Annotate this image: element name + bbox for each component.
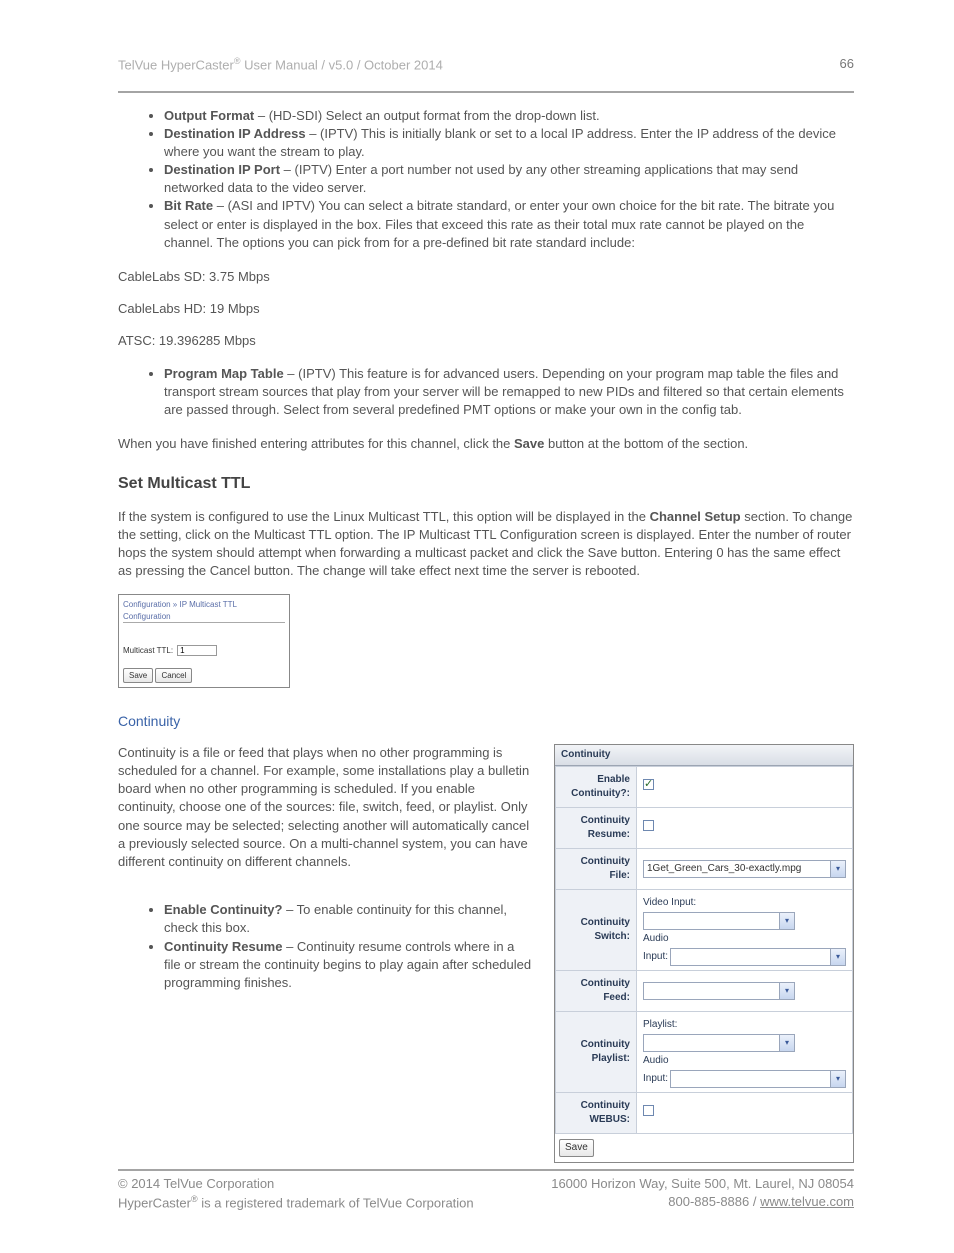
multicast-paragraph: If the system is configured to use the L… — [118, 508, 854, 581]
finish-pre: When you have finished entering attribut… — [118, 436, 514, 451]
li-pmt: Program Map Table – (IPTV) This feature … — [164, 365, 854, 420]
registered-mark: ® — [234, 56, 241, 66]
chevron-down-icon: ▾ — [830, 1071, 845, 1087]
figure-breadcrumb: Configuration » IP Multicast TTL Configu… — [119, 595, 289, 632]
footer-copyright: © 2014 TelVue Corporation — [118, 1175, 274, 1193]
row-enable-label: Enable Continuity?: — [556, 766, 637, 807]
multicast-pre: If the system is configured to use the L… — [118, 509, 650, 524]
li-output-format: Output Format – (HD-SDI) Select an outpu… — [164, 107, 854, 125]
figure-breadcrumb-text: Configuration » IP Multicast TTL Configu… — [123, 599, 285, 622]
playlist-label: Playlist: — [643, 1016, 846, 1034]
playlist-audio-label-pre: Audio — [643, 1052, 846, 1070]
continuity-paragraph: Continuity is a file or feed that plays … — [118, 744, 534, 871]
footer-rule — [118, 1169, 854, 1171]
li-enable-continuity: Enable Continuity? – To enable continuit… — [164, 901, 534, 937]
attributes-list-2: Program Map Table – (IPTV) This feature … — [118, 365, 854, 420]
row-playlist-label: Continuity Playlist: — [556, 1011, 637, 1092]
li-bit-rate-desc: – (ASI and IPTV) You can select a bitrat… — [164, 198, 834, 249]
li-continuity-resume: Continuity Resume – Continuity resume co… — [164, 938, 534, 993]
doc-version: User Manual / v5.0 / October 2014 — [241, 57, 443, 72]
multicast-ttl-label: Multicast TTL: — [123, 645, 173, 656]
product-name: TelVue HyperCaster — [118, 57, 234, 72]
page-number: 66 — [840, 55, 854, 73]
footer-contact: 800-885-8886 / www.telvue.com — [668, 1193, 854, 1213]
rate-atsc: ATSC: 19.396285 Mbps — [118, 332, 854, 350]
continuity-feed-select[interactable]: ▾ — [643, 982, 795, 1000]
chevron-down-icon: ▾ — [779, 983, 794, 999]
finish-post: button at the bottom of the section. — [544, 436, 748, 451]
finish-paragraph: When you have finished entering attribut… — [118, 435, 854, 453]
video-input-label: Video Input: — [643, 894, 846, 912]
audio-input-select[interactable]: ▾ — [670, 948, 846, 966]
li-pmt-term: Program Map Table — [164, 366, 284, 381]
multicast-ttl-input[interactable] — [177, 645, 217, 656]
continuity-file-value: 1Get_Green_Cars_30-exactly.mpg — [644, 862, 830, 876]
li-bit-rate: Bit Rate – (ASI and IPTV) You can select… — [164, 197, 854, 252]
finish-bold: Save — [514, 436, 544, 451]
li-bit-rate-term: Bit Rate — [164, 198, 213, 213]
set-multicast-ttl-heading: Set Multicast TTL — [118, 473, 854, 495]
page-footer: © 2014 TelVue Corporation 16000 Horizon … — [118, 1175, 854, 1213]
li-continuity-resume-term: Continuity Resume — [164, 939, 282, 954]
chevron-down-icon: ▾ — [830, 949, 845, 965]
li-dest-port: Destination IP Port – (IPTV) Enter a por… — [164, 161, 854, 197]
attributes-list-1: Output Format – (HD-SDI) Select an outpu… — [118, 107, 854, 253]
continuity-webus-checkbox[interactable] — [643, 1105, 654, 1116]
li-dest-ip-term: Destination IP Address — [164, 126, 306, 141]
continuity-save-button[interactable]: Save — [559, 1139, 594, 1157]
rate-sd: CableLabs SD: 3.75 Mbps — [118, 268, 854, 286]
li-dest-ip: Destination IP Address – (IPTV) This is … — [164, 125, 854, 161]
page-header: TelVue HyperCaster® User Manual / v5.0 /… — [118, 55, 854, 75]
save-button[interactable]: Save — [123, 668, 153, 683]
chevron-down-icon: ▾ — [779, 1035, 794, 1051]
video-input-select[interactable]: ▾ — [643, 912, 795, 930]
rate-hd: CableLabs HD: 19 Mbps — [118, 300, 854, 318]
cancel-button[interactable]: Cancel — [155, 668, 192, 683]
row-feed-label: Continuity Feed: — [556, 970, 637, 1011]
li-output-format-term: Output Format — [164, 108, 254, 123]
multicast-bold: Channel Setup — [650, 509, 741, 524]
playlist-audio-input-label: Input: — [643, 1072, 668, 1086]
header-rule — [118, 91, 854, 93]
footer-address: 16000 Horizon Way, Suite 500, Mt. Laurel… — [551, 1175, 854, 1193]
continuity-resume-checkbox[interactable] — [643, 820, 654, 831]
row-file-label: Continuity File: — [556, 848, 637, 889]
continuity-panel-figure: Continuity Enable Continuity?: Continuit… — [554, 744, 854, 1163]
li-dest-port-term: Destination IP Port — [164, 162, 280, 177]
row-webus-label: Continuity WEBUS: — [556, 1092, 637, 1133]
playlist-select[interactable]: ▾ — [643, 1034, 795, 1052]
continuity-list: Enable Continuity? – To enable continuit… — [118, 901, 534, 992]
enable-continuity-checkbox[interactable] — [643, 779, 654, 790]
footer-trademark: HyperCaster® is a registered trademark o… — [118, 1193, 474, 1213]
continuity-heading: Continuity — [118, 712, 854, 732]
row-resume-label: Continuity Resume: — [556, 807, 637, 848]
audio-input-label: Input: — [643, 950, 668, 964]
li-enable-continuity-term: Enable Continuity? — [164, 902, 282, 917]
row-switch-label: Continuity Switch: — [556, 889, 637, 970]
telvue-link[interactable]: www.telvue.com — [760, 1194, 854, 1209]
playlist-audio-input-select[interactable]: ▾ — [670, 1070, 846, 1088]
audio-label-pre: Audio — [643, 930, 846, 948]
continuity-file-select[interactable]: 1Get_Green_Cars_30-exactly.mpg ▾ — [643, 860, 846, 878]
li-output-format-desc: – (HD-SDI) Select an output format from … — [254, 108, 599, 123]
multicast-ttl-figure: Configuration » IP Multicast TTL Configu… — [118, 594, 290, 688]
continuity-panel-title: Continuity — [555, 745, 853, 766]
chevron-down-icon: ▾ — [779, 913, 794, 929]
chevron-down-icon: ▾ — [830, 861, 845, 877]
